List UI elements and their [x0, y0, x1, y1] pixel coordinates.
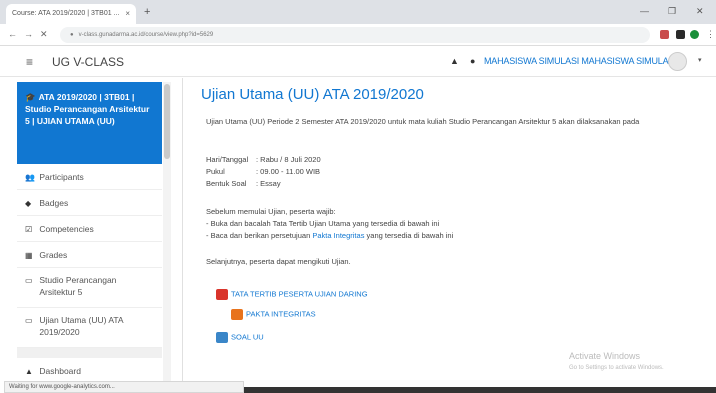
minimize-icon[interactable]: —	[640, 6, 649, 16]
scrollbar-thumb[interactable]	[164, 84, 170, 159]
schedule-row: Hari/Tanggal : Rabu / 8 Juli 2020	[206, 155, 321, 164]
sidebar-item-course[interactable]: 🎓 ATA 2019/2020 | 3TB01 | Studio Perancan…	[17, 82, 162, 164]
notification-bell-icon[interactable]: ▲	[450, 56, 459, 66]
back-icon[interactable]: ←	[8, 29, 17, 39]
pdf-icon	[216, 289, 228, 300]
sidebar-scrollbar[interactable]	[163, 82, 171, 382]
sidebar-item-label: Competencies	[39, 224, 94, 234]
site-header: ≡ UG V-CLASS ▲ ● MAHASISWA SIMULASI MAHA…	[0, 47, 716, 77]
tab-title: Course: ATA 2019/2020 | 3TB01 ...	[12, 10, 120, 17]
sidebar-item-label: Participants	[39, 172, 84, 182]
address-bar-row: ← → ✕ ● v-class.gunadarma.ac.id/course/vi…	[0, 24, 716, 46]
sidebar-item-participants[interactable]: 👥 Participants	[17, 164, 162, 190]
activation-watermark-sub: Go to Settings to activate Windows.	[569, 365, 664, 371]
instruction-step: - Buka dan bacalah Tata Tertib Ujian Uta…	[206, 219, 440, 228]
sidebar-item-competencies[interactable]: ☑ Competencies	[17, 216, 162, 242]
schedule-value: : Essay	[256, 179, 281, 188]
sidebar-item-label: Grades	[39, 250, 68, 260]
dashboard-icon: ▲	[25, 367, 33, 376]
folder-icon: ▭	[25, 276, 33, 285]
forward-icon[interactable]: →	[24, 29, 33, 39]
sidebar-item-grades[interactable]: ▦ Grades	[17, 242, 162, 268]
schedule-key: Hari/Tanggal	[206, 155, 249, 164]
extension-icon[interactable]	[676, 30, 685, 39]
stop-reload-icon[interactable]: ✕	[40, 29, 48, 40]
close-window-icon[interactable]: ✕	[696, 6, 704, 17]
schedule-row: Bentuk Soal : Essay	[206, 179, 281, 188]
next-text: Selanjutnya, peserta dapat mengikuti Uji…	[206, 257, 351, 266]
site-brand[interactable]: UG V-CLASS	[52, 55, 124, 69]
sidebar-item-label: Studio Perancangan Arsitektur 5	[39, 275, 117, 297]
browser-tab-bar: Course: ATA 2019/2020 | 3TB01 ... × + — …	[0, 0, 716, 24]
chevron-down-icon[interactable]: ▾	[698, 56, 702, 64]
schedule-value: : Rabu / 8 Juli 2020	[256, 155, 321, 164]
url-text: v-class.gunadarma.ac.id/course/view.php?…	[78, 32, 214, 38]
new-tab-button[interactable]: +	[144, 6, 150, 18]
feedback-icon	[231, 309, 243, 320]
menu-toggle-icon[interactable]: ≡	[26, 55, 33, 69]
intro-text: Ujian Utama (UU) Periode 2 Semester ATA …	[206, 117, 640, 126]
footer-bar	[244, 387, 716, 393]
sidebar-item-badges[interactable]: ◆ Badges	[17, 190, 162, 216]
maximize-icon[interactable]: ❐	[668, 6, 676, 17]
avatar[interactable]	[668, 52, 687, 71]
before-heading: Sebelum memulai Ujian, peserta wajib:	[206, 207, 336, 216]
checkbox-icon: ☑	[25, 225, 33, 234]
instruction-step: - Baca dan berikan persetujuan Pakta Int…	[206, 231, 453, 240]
browser-tab[interactable]: Course: ATA 2019/2020 | 3TB01 ... ×	[6, 4, 136, 24]
status-bar: Waiting for www.google-analytics.com...	[4, 381, 244, 393]
step-text: - Baca dan berikan persetujuan	[206, 231, 313, 240]
sidebar-item-section-ujian[interactable]: ▭ Ujian Utama (UU) ATA 2019/2020	[17, 308, 162, 348]
resource-label: SOAL UU	[231, 332, 264, 342]
resource-label: TATA TERTIB PESERTA UJIAN DARING	[231, 289, 368, 299]
sidebar-item-label: ATA 2019/2020 | 3TB01 | Studio Perancang…	[25, 92, 150, 126]
profile-icon[interactable]	[690, 30, 699, 39]
table-icon: ▦	[25, 251, 33, 260]
sidebar-item-label: Ujian Utama (UU) ATA 2019/2020	[39, 315, 124, 337]
pakta-integritas-link[interactable]: Pakta Integritas	[312, 231, 364, 240]
course-nav-drawer: 🎓 ATA 2019/2020 | 3TB01 | Studio Perancan…	[17, 82, 162, 382]
assignment-icon	[216, 332, 228, 343]
shield-icon: ◆	[25, 199, 32, 208]
resource-soal-uu[interactable]: SOAL UU	[216, 332, 264, 343]
step-text: yang tersedia di bawah ini	[364, 231, 454, 240]
resource-pakta-integritas[interactable]: PAKTA INTEGRITAS	[231, 309, 316, 320]
users-icon: 👥	[25, 173, 35, 182]
schedule-key: Pukul	[206, 167, 225, 176]
messages-icon[interactable]: ●	[470, 56, 475, 66]
url-input[interactable]: ● v-class.gunadarma.ac.id/course/view.php…	[60, 27, 650, 43]
schedule-row: Pukul : 09.00 - 11.00 WIB	[206, 167, 320, 176]
browser-menu-icon[interactable]: ⋮	[706, 29, 715, 40]
extension-icon[interactable]	[660, 30, 669, 39]
sidebar-item-section-studio[interactable]: ▭ Studio Perancangan Arsitektur 5	[17, 268, 162, 308]
folder-icon: ▭	[25, 316, 33, 325]
schedule-value: : 09.00 - 11.00 WIB	[256, 167, 321, 176]
sidebar-item-label: Badges	[39, 198, 69, 208]
lock-icon: ●	[70, 32, 74, 38]
user-menu-name[interactable]: MAHASISWA SIMULASI MAHASISWA SIMULASI	[484, 56, 677, 66]
graduation-cap-icon: 🎓	[25, 92, 36, 102]
sidebar-item-label: Dashboard	[39, 366, 81, 376]
schedule-key: Bentuk Soal	[206, 179, 247, 188]
tab-close-icon[interactable]: ×	[125, 9, 130, 18]
resource-label: PAKTA INTEGRITAS	[246, 309, 316, 319]
page-title: Ujian Utama (UU) ATA 2019/2020	[201, 86, 424, 103]
activation-watermark-title: Activate Windows	[569, 351, 641, 361]
resource-tata-tertib[interactable]: TATA TERTIB PESERTA UJIAN DARING	[216, 289, 368, 300]
main-content: Ujian Utama (UU) ATA 2019/2020 Ujian Uta…	[182, 78, 709, 383]
sidebar-item-dashboard[interactable]: ▲ Dashboard	[17, 348, 162, 382]
